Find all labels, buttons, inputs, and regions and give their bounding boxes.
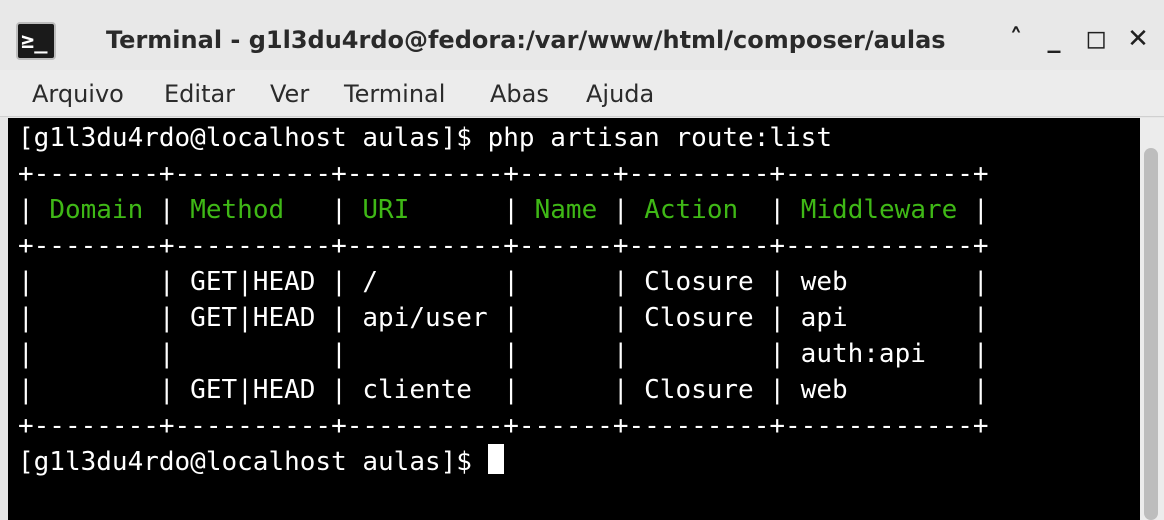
header-method: Method <box>190 195 285 225</box>
cursor <box>487 444 504 474</box>
header-sep: | <box>957 195 989 225</box>
terminal-app-icon: ≥_ <box>16 22 56 60</box>
table-row: | | GET|HEAD | cliente | | Closure | web… <box>18 375 989 405</box>
header-action: Action <box>644 195 739 225</box>
header-domain: Domain <box>49 195 144 225</box>
header-name: Name <box>534 195 598 225</box>
terminal-output[interactable]: [g1l3du4rdo@localhost aulas]$ php artisa… <box>8 118 1140 520</box>
table-row: | | GET|HEAD | / | | Closure | web | <box>18 267 989 297</box>
terminal-window: ≥_ Terminal - g1l3du4rdo@fedora:/var/www… <box>0 0 1164 520</box>
header-uri: URI <box>362 195 410 225</box>
close-button[interactable]: ✕ <box>1124 22 1152 56</box>
table-row: | | GET|HEAD | api/user | | Closure | ap… <box>18 303 989 333</box>
header-middleware: Middleware <box>800 195 958 225</box>
chevron-up-icon[interactable]: ˄ <box>1002 22 1030 56</box>
minimize-button[interactable]: _ <box>1040 22 1068 56</box>
header-sep: | <box>284 195 363 225</box>
menu-ajuda[interactable]: Ajuda <box>586 80 654 108</box>
menu-terminal[interactable]: Terminal <box>344 80 445 108</box>
menu-ver[interactable]: Ver <box>270 80 309 108</box>
scrollbar-thumb[interactable] <box>1144 148 1158 520</box>
header-sep: | <box>738 195 801 225</box>
window-title: Terminal - g1l3du4rdo@fedora:/var/www/ht… <box>106 26 946 54</box>
table-border-bottom: +--------+----------+----------+------+-… <box>18 411 989 441</box>
table-header-row: | Domain | Method | URI | Name | Action … <box>18 192 989 228</box>
header-sep: | <box>143 195 191 225</box>
menu-editar[interactable]: Editar <box>164 80 235 108</box>
prompt-line: [g1l3du4rdo@localhost aulas]$ <box>18 444 504 480</box>
menu-abas[interactable]: Abas <box>490 80 549 108</box>
header-sep: | <box>18 195 50 225</box>
menu-bar: Arquivo Editar Ver Terminal Abas Ajuda <box>0 70 1164 117</box>
maximize-button[interactable]: ◻ <box>1082 22 1110 56</box>
table-border-top: +--------+----------+----------+------+-… <box>18 159 989 189</box>
title-bar[interactable]: ≥_ Terminal - g1l3du4rdo@fedora:/var/www… <box>0 0 1164 70</box>
header-sep: | <box>409 195 535 225</box>
scrollbar[interactable] <box>1140 118 1164 520</box>
header-sep: | <box>597 195 645 225</box>
table-row: | | | | | | auth:api | <box>18 339 989 369</box>
prompt-text: [g1l3du4rdo@localhost aulas]$ <box>18 447 488 477</box>
command-line: [g1l3du4rdo@localhost aulas]$ php artisa… <box>18 123 832 153</box>
menu-arquivo[interactable]: Arquivo <box>32 80 124 108</box>
table-border-mid: +--------+----------+----------+------+-… <box>18 231 989 261</box>
